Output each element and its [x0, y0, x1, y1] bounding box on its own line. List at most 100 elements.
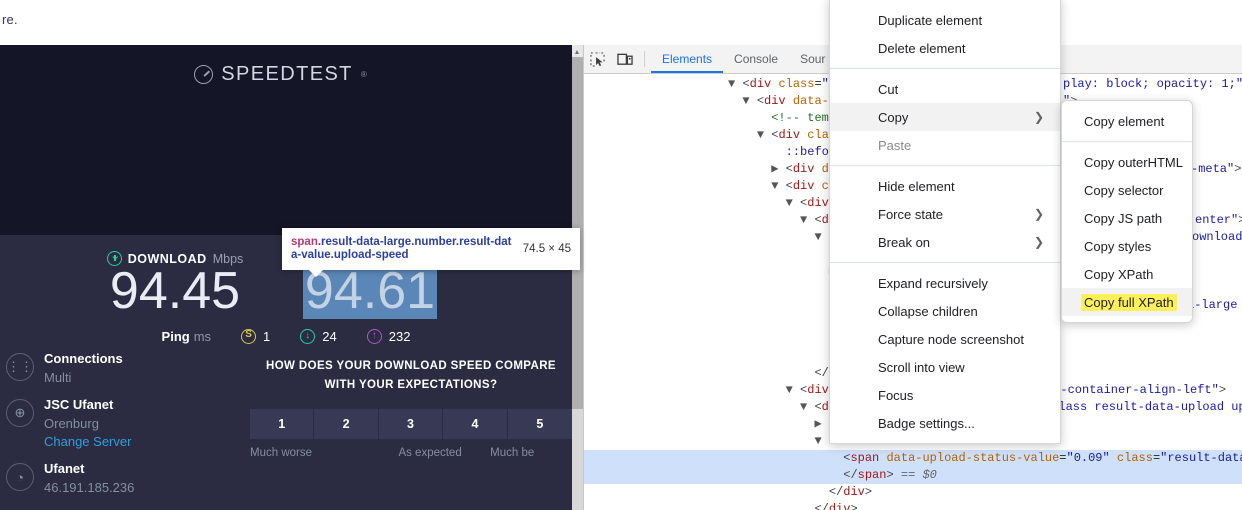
chevron-right-icon: ❯ — [1033, 207, 1044, 221]
menu-item-label: Copy full XPath — [1081, 293, 1177, 311]
upload-latency-icon — [366, 329, 382, 344]
ping-upload: 232 — [366, 329, 411, 344]
page-text-fragment: re. — [2, 12, 18, 27]
inspected-node-tooltip: span.result-data-large.number.result-dat… — [282, 228, 580, 277]
ping-label: Ping — [161, 329, 190, 344]
dom-code-fragment: play: block; opacity: 1;"> — [1063, 77, 1242, 91]
rating-cell-4[interactable]: 4 — [443, 408, 508, 439]
menu-item-badge-settings[interactable]: Badge settings... — [830, 409, 1060, 437]
rating-legend: Much worse As expected Much be — [250, 447, 572, 459]
rating-legend-label: As expected — [398, 446, 462, 459]
dom-line[interactable]: </div> — [584, 501, 1242, 510]
tooltip-pointer — [308, 269, 324, 277]
node-dimensions: 74.5 × 45 — [522, 243, 571, 255]
node-class-list: .result-data-large.number.result-data-va… — [291, 235, 512, 262]
menu-item-copy-selector[interactable]: Copy selector — [1062, 176, 1192, 204]
menu-item-copy-js-path[interactable]: Copy JS path — [1062, 204, 1192, 232]
inspect-element-icon[interactable] — [584, 45, 611, 73]
menu-item-copy-xpath[interactable]: Copy XPath — [1062, 260, 1192, 288]
context-menu[interactable]: Duplicate element Delete element Cut Copy ❯ P… — [829, 0, 1061, 444]
tab-console[interactable]: Console — [723, 45, 789, 73]
menu-item-label: Copy styles — [1084, 238, 1152, 254]
menu-item-hide-element[interactable]: Hide element — [830, 172, 1060, 200]
menu-item-focus[interactable]: Focus — [830, 381, 1060, 409]
menu-item-label: Force state — [878, 206, 944, 222]
dom-code-fragment: ownload — [1192, 230, 1242, 244]
scroll-up-arrow-icon[interactable] — [572, 45, 583, 57]
dom-code-fragment: a-large — [1187, 298, 1238, 312]
menu-separator — [1062, 141, 1192, 142]
menu-item-label: Badge settings... — [878, 415, 975, 431]
rating-row: 12345 — [250, 408, 572, 439]
download-latency-icon — [300, 329, 316, 344]
dom-line-selected[interactable]: </span> == $0 — [584, 467, 1242, 484]
server-city: Orenburg — [44, 415, 99, 431]
menu-item-label: Copy XPath — [1084, 266, 1154, 282]
change-server-link[interactable]: Change Server — [44, 433, 131, 452]
copy-submenu[interactable]: Copy element Copy outerHTML Copy selector C… — [1061, 100, 1193, 323]
menu-separator — [830, 68, 1060, 69]
rating-cell-1[interactable]: 1 — [250, 408, 315, 439]
speedtest-results-body: DOWNLOAD Mbps 94.45 UPLOAD Mbps 94.61 — [0, 235, 572, 510]
menu-item-label: Duplicate element — [878, 12, 983, 28]
info-row-server: ⊕ JSC Ufanet Orenburg Change Server — [0, 396, 250, 461]
menu-separator — [830, 165, 1060, 166]
ping-upload-value: 232 — [388, 329, 411, 344]
dom-code-fragment: -class result-data-upload up — [1044, 400, 1242, 414]
speedtest-wordmark: SPEEDTEST — [221, 63, 353, 85]
browser-window: re. SPEEDTEST ® ••• Result ID 1630583052… — [0, 0, 1242, 510]
trademark-mark: ® — [360, 70, 367, 79]
menu-item-copy-element[interactable]: Copy element — [1062, 107, 1192, 135]
menu-item-expand-recursively[interactable]: Expand recursively — [830, 269, 1060, 297]
menu-item-label: Scroll into view — [878, 359, 965, 375]
menu-item-collapse-children[interactable]: Collapse children — [830, 297, 1060, 325]
rating-legend-label: Much worse — [250, 446, 312, 459]
menu-item-force-state[interactable]: Force state ❯ — [830, 200, 1060, 228]
menu-item-scroll-into-view[interactable]: Scroll into view — [830, 353, 1060, 381]
menu-item-label: Break on — [878, 234, 931, 250]
speedtest-logo: SPEEDTEST ® — [0, 63, 561, 86]
user-icon: ◔ — [6, 463, 34, 492]
menu-item-copy-full-xpath[interactable]: Copy full XPath — [1062, 288, 1192, 316]
ping-unit: ms — [193, 329, 212, 344]
ping-row: Pingms 1 24 232 — [0, 329, 572, 344]
dom-line-selected[interactable]: <span data-upload-status-value="0.09" cl… — [584, 450, 1242, 467]
menu-item-label: Collapse children — [878, 303, 978, 319]
page-scrollbar[interactable] — [572, 45, 583, 510]
tab-elements[interactable]: Elements — [651, 45, 723, 73]
menu-item-label: Cut — [878, 81, 899, 97]
menu-item-delete-element[interactable]: Delete element — [830, 34, 1060, 62]
rating-cell-2[interactable]: 2 — [314, 408, 379, 439]
menu-item-label: Copy JS path — [1084, 210, 1163, 226]
info-row-connections: ⋮⋮ Connections Multi — [0, 350, 250, 396]
menu-item-label: Paste — [878, 137, 912, 153]
connections-icon: ⋮⋮ — [6, 353, 34, 381]
node-tag-name: span — [291, 235, 318, 248]
menu-item-copy[interactable]: Copy ❯ — [830, 103, 1060, 131]
menu-item-duplicate-element[interactable]: Duplicate element — [830, 6, 1060, 34]
menu-item-break-on[interactable]: Break on ❯ — [830, 228, 1060, 256]
speedtest-hero: SPEEDTEST ® ••• Result ID 16305830524 RE… — [0, 45, 572, 271]
connection-info: ⋮⋮ Connections Multi ⊕ JSC Ufanet Orenbu… — [0, 350, 250, 506]
rating-cell-5[interactable]: 5 — [507, 408, 572, 439]
globe-icon: ⊕ — [6, 398, 34, 427]
chevron-right-icon: ❯ — [1033, 110, 1044, 124]
menu-item-copy-styles[interactable]: Copy styles — [1062, 232, 1192, 260]
menu-item-label: Expand recursively — [878, 275, 988, 291]
rating-cell-3[interactable]: 3 — [378, 408, 444, 439]
dom-line[interactable]: </div> — [584, 484, 1242, 501]
menu-item-cut[interactable]: Cut — [830, 75, 1060, 103]
menu-item-label: Copy outerHTML — [1084, 154, 1183, 170]
info-row-client: ◔ Ufanet 46.191.185.236 — [0, 460, 250, 506]
dom-code-fragment: -meta"> — [1191, 162, 1242, 176]
menu-item-capture-node-screenshot[interactable]: Capture node screenshot — [830, 325, 1060, 353]
device-toolbar-icon[interactable] — [611, 45, 638, 73]
speedtest-page: SPEEDTEST ® ••• Result ID 16305830524 RE… — [0, 45, 583, 510]
speedometer-icon — [194, 65, 214, 84]
menu-item-copy-outerhtml[interactable]: Copy outerHTML — [1062, 148, 1192, 176]
rating-legend-label: Much be — [490, 446, 535, 459]
isp-title: Ufanet — [44, 461, 85, 477]
ping-download-value: 24 — [322, 329, 337, 344]
ping-idle-value: 1 — [263, 329, 271, 344]
toolbar-divider — [644, 51, 645, 67]
